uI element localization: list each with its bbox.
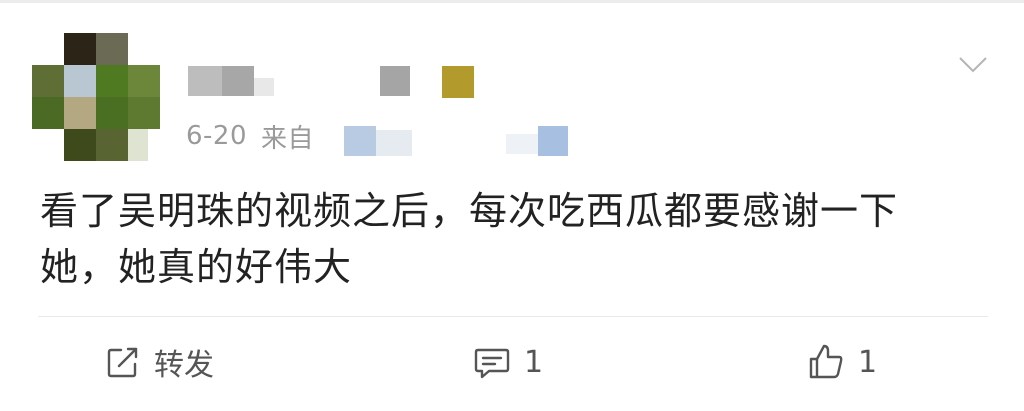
post-meta: 6-20 来自 <box>186 116 314 156</box>
comment-count: 1 <box>524 344 544 380</box>
comment-icon <box>472 343 512 381</box>
repost-icon <box>104 343 142 381</box>
like-button[interactable]: 1 <box>806 330 877 394</box>
post-text: 看了吴明珠的视频之后，每次吃西瓜都要感谢一下 她，她真的好伟大 <box>40 183 990 295</box>
divider <box>38 316 988 317</box>
action-bar: 转发 1 1 <box>0 330 1024 394</box>
post-text-line: 看了吴明珠的视频之后，每次吃西瓜都要感谢一下 <box>40 189 899 233</box>
repost-label: 转发 <box>154 348 214 383</box>
post-time: 6-20 <box>186 121 248 151</box>
thumbs-up-icon <box>806 342 846 382</box>
like-count: 1 <box>858 344 878 380</box>
chevron-down-icon[interactable] <box>958 55 988 75</box>
avatar[interactable] <box>32 33 160 161</box>
source-prefix: 来自 <box>261 123 315 154</box>
post-text-line: 她，她真的好伟大 <box>40 245 353 289</box>
top-separator <box>0 0 1024 3</box>
comment-button[interactable]: 1 <box>472 330 543 394</box>
repost-button[interactable]: 转发 <box>104 330 214 394</box>
